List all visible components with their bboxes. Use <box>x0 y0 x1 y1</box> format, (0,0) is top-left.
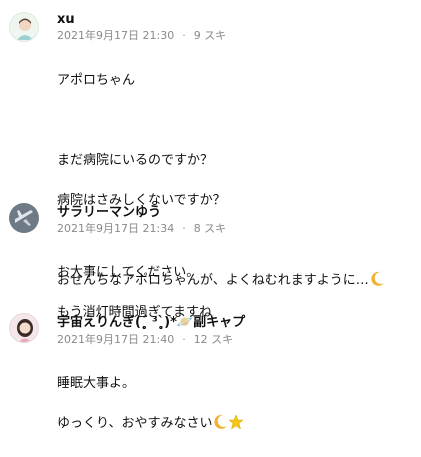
comment-author[interactable]: 宇宙えりんぎ(ˊ̥̥̥̥̥ ³ˋ̥̥̥̥̥)*🪐副キャプ <box>57 315 245 331</box>
girl-avatar-icon <box>17 319 33 342</box>
separator-dot: · <box>182 333 186 346</box>
comment-text: ゆっくり、おやすみなさい <box>57 416 213 431</box>
comment-author[interactable]: xu <box>57 12 75 28</box>
comment-body: 睡眠大事よ。 ゆっくり、おやすみなさい <box>57 354 412 457</box>
comment-line <box>57 111 412 131</box>
user-avatar-icon <box>17 18 33 40</box>
comment-meta: 2021年9月17日 21:30 · 9 スキ <box>57 29 226 43</box>
like-count[interactable]: 9 スキ <box>194 29 227 42</box>
comment-line: アポロちゃん <box>57 73 136 88</box>
comment-meta: 2021年9月17日 21:40 · 12 スキ <box>57 333 233 347</box>
comment-line: まだ病院にいるのですか？ <box>57 153 214 168</box>
comment-date: 2021年9月17日 21:34 <box>57 222 175 235</box>
comment-date: 2021年9月17日 21:40 <box>57 333 175 346</box>
separator-dot: · <box>182 29 186 42</box>
comment-meta: 2021年9月17日 21:34 · 8 スキ <box>57 222 226 236</box>
like-count[interactable]: 12 スキ <box>194 333 234 346</box>
author-name: 宇宙えりんぎ(ˊ̥̥̥̥̥ ³ˋ̥̥̥̥̥)*🪐副キャプ <box>57 315 246 330</box>
avatar[interactable] <box>9 203 39 233</box>
like-count[interactable]: 8 スキ <box>194 222 227 235</box>
comment-line: お大事にしてください。 <box>57 265 200 280</box>
star-icon <box>228 414 245 437</box>
separator-dot: · <box>182 222 186 235</box>
avatar[interactable] <box>9 12 39 42</box>
comment-line: 睡眠大事よ。 <box>57 376 136 391</box>
comment-date: 2021年9月17日 21:30 <box>57 29 175 42</box>
comment-line: ゆっくり、おやすみなさい <box>57 414 412 437</box>
crescent-moon-icon <box>212 414 228 437</box>
comment-author[interactable]: サラリーマンゆう <box>57 205 161 221</box>
avatar[interactable] <box>9 313 39 343</box>
airplane-avatar-icon <box>15 210 33 226</box>
